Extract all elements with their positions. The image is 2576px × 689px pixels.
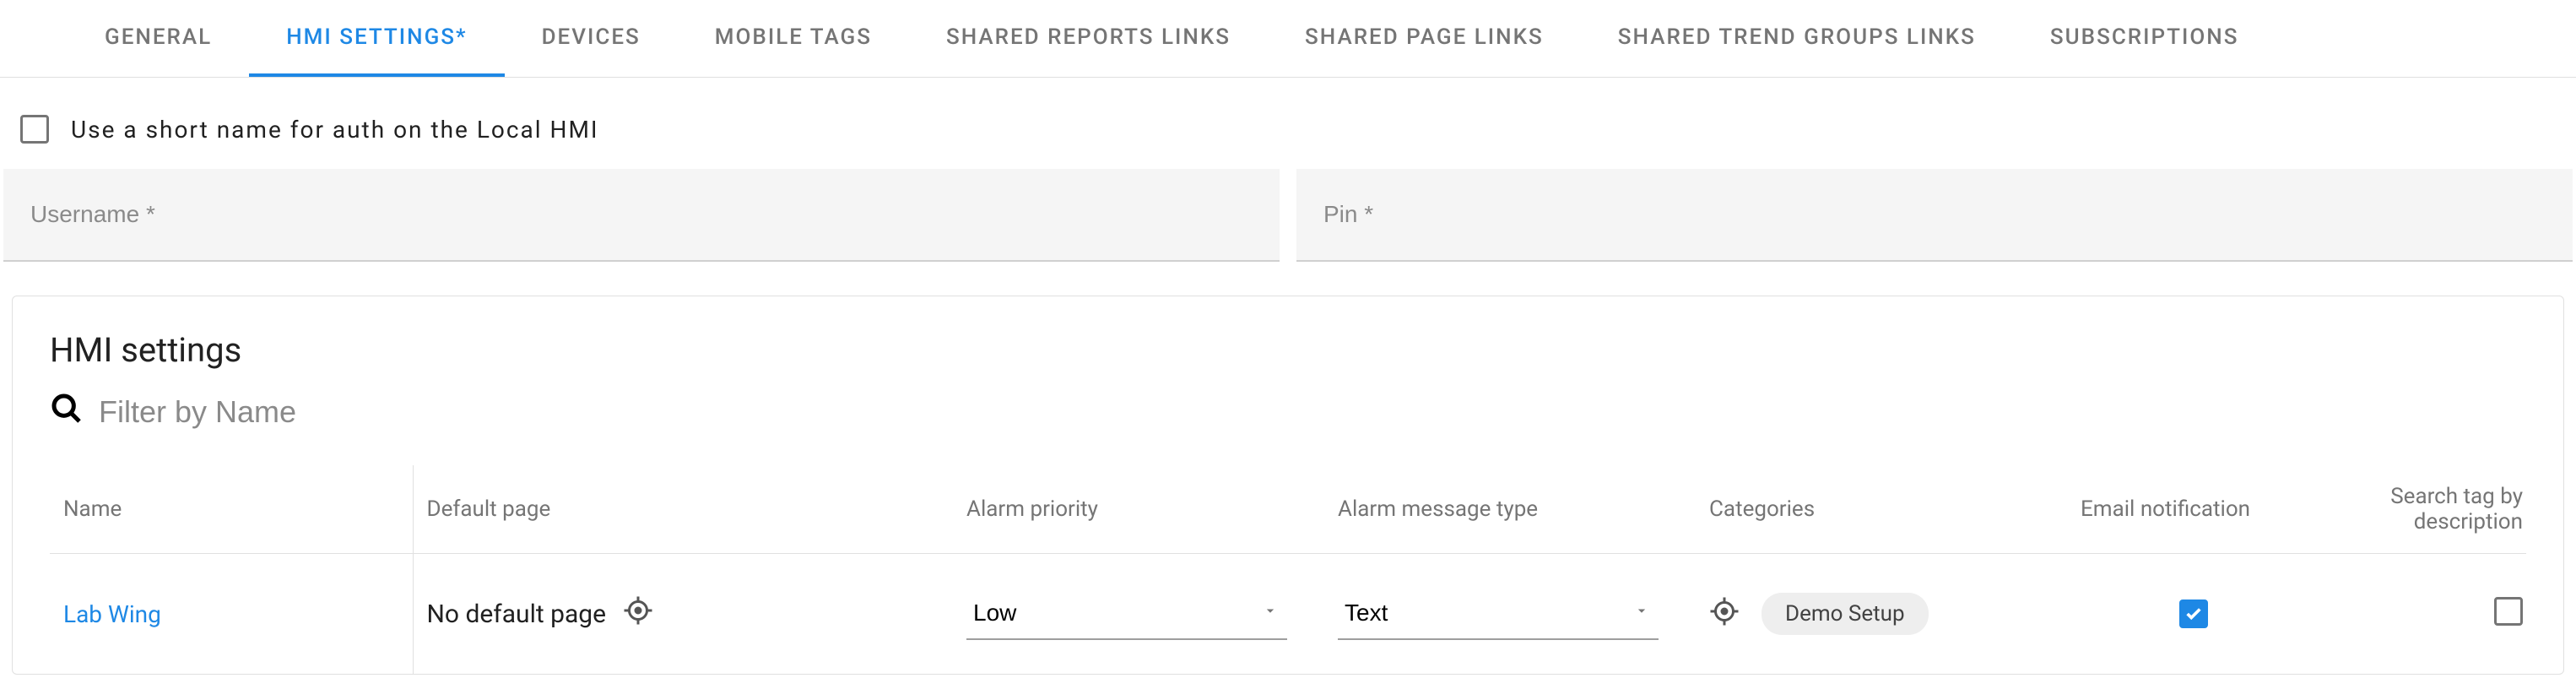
- search-tag-checkbox[interactable]: [2494, 597, 2523, 626]
- col-header-alarm-msg-type: Alarm message type: [1324, 465, 1696, 554]
- tab-shared-page-links[interactable]: SHARED PAGE LINKS: [1268, 0, 1581, 77]
- email-notification-checkbox[interactable]: [2179, 599, 2208, 628]
- table-row: Lab Wing No default page: [50, 554, 2526, 675]
- tab-devices[interactable]: DEVICES: [505, 0, 678, 77]
- tab-shared-reports-links[interactable]: SHARED REPORTS LINKS: [909, 0, 1268, 77]
- col-header-name: Name: [50, 465, 413, 554]
- locate-icon[interactable]: [623, 595, 653, 632]
- table-header-row: Name Default page Alarm priority Alarm m…: [50, 465, 2526, 554]
- row-default-page-text: No default page: [427, 599, 607, 629]
- search-icon: [50, 392, 84, 431]
- tab-mobile-tags[interactable]: MOBILE TAGS: [678, 0, 909, 77]
- tab-bar: GENERAL HMI SETTINGS* DEVICES MOBILE TAG…: [0, 0, 2576, 78]
- tab-subscriptions[interactable]: SUBSCRIPTIONS: [2013, 0, 2276, 77]
- shortname-checkbox[interactable]: [20, 115, 49, 144]
- card-title: HMI settings: [50, 330, 2526, 370]
- col-header-alarm-priority: Alarm priority: [953, 465, 1324, 554]
- col-header-email: Email notification: [2067, 465, 2320, 554]
- tab-general[interactable]: GENERAL: [68, 0, 249, 77]
- hmi-settings-card: HMI settings Name Default page Alarm pri…: [12, 296, 2564, 675]
- col-header-default-page: Default page: [413, 465, 953, 554]
- locate-icon[interactable]: [1709, 596, 1740, 632]
- filter-by-name-input[interactable]: [99, 394, 2526, 430]
- col-header-search-tag: Search tag by description: [2320, 465, 2526, 554]
- shortname-label: Use a short name for auth on the Local H…: [71, 116, 599, 144]
- category-chip[interactable]: Demo Setup: [1762, 593, 1929, 635]
- alarm-priority-select[interactable]: [966, 588, 1287, 640]
- hmi-settings-table: Name Default page Alarm priority Alarm m…: [50, 465, 2526, 674]
- shortname-row: Use a short name for auth on the Local H…: [0, 78, 2576, 169]
- pin-field[interactable]: [1296, 169, 2573, 262]
- filter-row: [50, 392, 2526, 431]
- row-name-link[interactable]: Lab Wing: [63, 600, 161, 628]
- username-field[interactable]: [3, 169, 1280, 262]
- tab-hmi-settings[interactable]: HMI SETTINGS*: [249, 0, 504, 77]
- tab-shared-trend-groups-links[interactable]: SHARED TREND GROUPS LINKS: [1581, 0, 2013, 77]
- credentials-row: [0, 169, 2576, 296]
- col-header-categories: Categories: [1696, 465, 2067, 554]
- alarm-msg-type-select[interactable]: [1338, 588, 1659, 640]
